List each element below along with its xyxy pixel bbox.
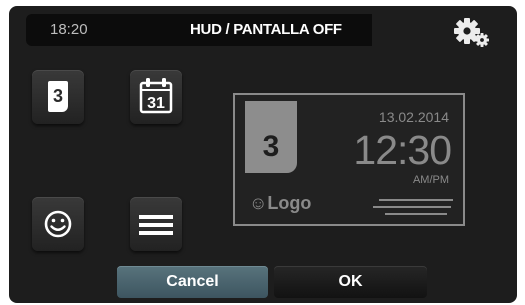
- lines-option[interactable]: [130, 197, 182, 251]
- calendar-day-label: 31: [147, 95, 165, 112]
- preview-panel: 3 13.02.2014 12:30 AM/PM ☺Logo: [233, 93, 465, 226]
- smiley-icon: ☺: [249, 193, 268, 213]
- preview-logo: ☺Logo: [249, 193, 311, 214]
- preview-date: 13.02.2014: [378, 109, 449, 125]
- gear-icon: [454, 18, 489, 47]
- ok-button[interactable]: OK: [274, 266, 427, 298]
- cancel-button[interactable]: Cancel: [117, 266, 268, 298]
- menu-lines-icon: [139, 215, 173, 235]
- calendar-icon: 31: [139, 78, 173, 114]
- preview-logo-text: Logo: [267, 193, 312, 213]
- preview-day-card: 3: [245, 101, 297, 173]
- smiley-icon: [44, 210, 72, 238]
- page-title: HUD / PANTALLA OFF: [190, 21, 342, 38]
- preview-lines: [373, 199, 453, 220]
- calendar-option[interactable]: 31: [130, 70, 182, 124]
- day-number-label: 3: [48, 81, 68, 112]
- face-option[interactable]: [32, 197, 84, 251]
- settings-button[interactable]: [447, 13, 493, 49]
- day-number-option[interactable]: 3: [32, 70, 84, 124]
- preview-ampm: AM/PM: [412, 174, 449, 186]
- clock-time: 18:20: [50, 21, 88, 38]
- preview-clock: 12:30: [353, 127, 452, 173]
